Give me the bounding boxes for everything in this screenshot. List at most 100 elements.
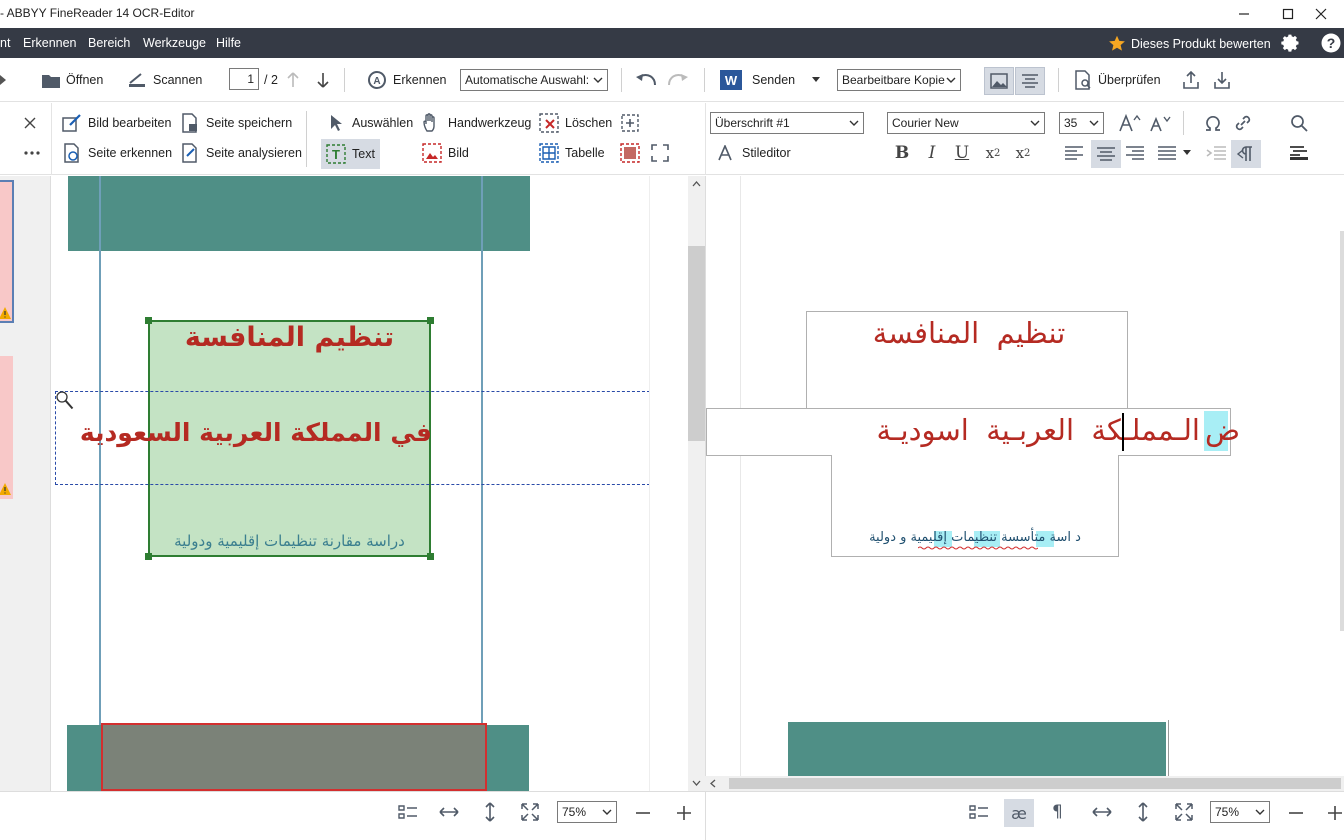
close-button[interactable] [1298, 0, 1344, 28]
text-line2-first-char[interactable]: ض [1205, 413, 1240, 449]
show-formatting-button[interactable]: ¶ [1052, 802, 1063, 822]
paragraph-settings-button[interactable] [1286, 140, 1312, 166]
send-button[interactable]: W Senden [720, 68, 821, 92]
language-select[interactable]: Automatische Auswahl: [460, 69, 608, 91]
style-editor-button[interactable]: Stileditor [716, 141, 791, 165]
more-options-button[interactable] [24, 141, 40, 165]
fit-width-button[interactable] [439, 806, 459, 818]
background-picture-icon [620, 143, 640, 163]
hand-tool-button[interactable]: Handwerkzeug [422, 111, 531, 135]
text-properties-button[interactable] [969, 804, 989, 820]
text-fit-page-button[interactable] [1175, 803, 1193, 821]
superscript-button[interactable]: x2 [980, 140, 1006, 166]
text-vertical-scrollbar[interactable] [1340, 231, 1344, 631]
previous-error-button[interactable] [1182, 68, 1200, 92]
next-error-button[interactable] [1213, 68, 1231, 92]
resize-handle[interactable] [145, 553, 152, 560]
text-zoom-select[interactable]: 75% [1210, 801, 1270, 823]
menu-item-bereich[interactable]: Bereich [88, 36, 130, 50]
mode-select[interactable]: Bearbeitbare Kopie [837, 69, 961, 91]
image-zoom-select[interactable]: 75% [557, 801, 617, 823]
delete-area-button[interactable]: Löschen [539, 111, 612, 135]
font-family-select[interactable]: Courier New [887, 112, 1045, 134]
alignment-dropdown[interactable] [1180, 140, 1194, 166]
text-line2[interactable]: الـمملـكة العربـية اسوديـة [724, 413, 1200, 449]
image-zoom-in-button[interactable] [677, 806, 691, 820]
justify-button[interactable] [1154, 140, 1180, 166]
ltr-direction-button[interactable] [1203, 140, 1229, 166]
open-button[interactable]: Öffnen [42, 68, 103, 92]
text-page-picture[interactable] [788, 722, 1166, 776]
fit-page-button[interactable] [521, 803, 539, 821]
text-fit-height-button[interactable] [1137, 802, 1149, 822]
text-area-tool-button[interactable]: T Text [321, 139, 380, 169]
table-area-button[interactable]: Tabelle [539, 141, 605, 165]
align-right-button[interactable] [1122, 140, 1148, 166]
show-ligatures-button[interactable]: æ [1004, 799, 1034, 827]
rtl-direction-button[interactable] [1231, 140, 1261, 168]
search-button[interactable] [1286, 110, 1312, 136]
recognize-button[interactable]: A Erkennen [367, 68, 447, 92]
redo-button[interactable] [667, 68, 689, 92]
bold-button[interactable]: B [889, 140, 915, 166]
recognize-page-button[interactable]: Seite erkennen [62, 141, 172, 165]
image-zoom-out-button[interactable] [636, 811, 650, 815]
fit-area-button[interactable] [650, 141, 670, 165]
add-area-button[interactable] [620, 111, 640, 135]
page-number-input[interactable]: 1 [229, 68, 259, 90]
close-panel-button[interactable] [24, 111, 36, 135]
background-picture-button[interactable] [620, 141, 640, 165]
panel-toggle-button[interactable] [0, 68, 8, 92]
text-view-toggle[interactable] [1015, 67, 1045, 95]
decrease-font-button[interactable] [1148, 110, 1174, 136]
picture-area-selection[interactable] [101, 723, 487, 791]
previous-page-button[interactable] [287, 68, 299, 92]
save-page-button[interactable]: Seite speichern [180, 111, 292, 135]
verify-button[interactable]: Überprüfen [1074, 68, 1161, 92]
next-page-button[interactable] [317, 68, 329, 92]
text-fit-width-button[interactable] [1092, 806, 1112, 818]
scan-button[interactable]: Scannen [127, 68, 202, 92]
minimize-button[interactable] [1221, 0, 1267, 28]
insert-link-button[interactable] [1230, 110, 1256, 136]
image-scrollbar-thumb[interactable] [688, 246, 705, 441]
rate-product-link[interactable]: Dieses Produkt bewerten [1108, 35, 1271, 52]
help-button[interactable]: ? [1321, 33, 1341, 53]
menu-item-werkzeuge[interactable]: Werkzeuge [143, 36, 206, 50]
align-center-button[interactable] [1091, 140, 1121, 168]
insert-symbol-button[interactable] [1200, 110, 1226, 136]
menu-item-hilfe[interactable]: Hilfe [216, 36, 241, 50]
page-thumbnail-2[interactable] [0, 356, 13, 499]
settings-button[interactable] [1281, 33, 1301, 53]
increase-font-button[interactable] [1117, 110, 1143, 136]
resize-handle[interactable] [427, 553, 434, 560]
fit-height-button[interactable] [484, 802, 496, 822]
menu-item-erkennen[interactable]: Erkennen [23, 36, 77, 50]
image-title-line1: تنظيم المنافسة [184, 322, 395, 353]
rotate-button[interactable] [0, 141, 6, 165]
analyze-page-button[interactable]: Seite analysieren [180, 141, 302, 165]
resize-handle[interactable] [145, 317, 152, 324]
select-tool-button[interactable]: Auswählen [326, 111, 413, 135]
area-properties-button[interactable] [398, 804, 418, 820]
image-vertical-scrollbar[interactable] [688, 176, 705, 791]
text-hscrollbar-thumb[interactable] [729, 778, 1341, 789]
resize-handle[interactable] [427, 317, 434, 324]
picture-area-button[interactable]: Bild [422, 141, 469, 165]
align-left-button[interactable] [1061, 140, 1087, 166]
italic-button[interactable]: I [919, 140, 945, 166]
font-size-select[interactable]: 35 [1059, 112, 1104, 134]
image-view-toggle[interactable] [984, 67, 1014, 95]
text-line3[interactable]: د اسة متأسسة تنظيمات إقليمية و دولية [831, 530, 1119, 545]
menu-item-document[interactable]: nt [0, 36, 10, 50]
subscript-button[interactable]: x2 [1010, 140, 1036, 166]
text-line1[interactable]: تنظيم المنافسة [810, 316, 1128, 352]
text-horizontal-scrollbar[interactable] [705, 776, 1344, 791]
page-thumbnail-1[interactable] [0, 180, 14, 323]
edit-image-button[interactable]: Bild bearbeiten [62, 111, 171, 135]
undo-button[interactable] [635, 68, 657, 92]
paragraph-style-select[interactable]: Überschrift #1 [710, 112, 864, 134]
text-zoom-out-button[interactable] [1289, 811, 1303, 815]
underline-button[interactable]: U [949, 140, 975, 166]
text-zoom-in-button[interactable] [1328, 806, 1342, 820]
